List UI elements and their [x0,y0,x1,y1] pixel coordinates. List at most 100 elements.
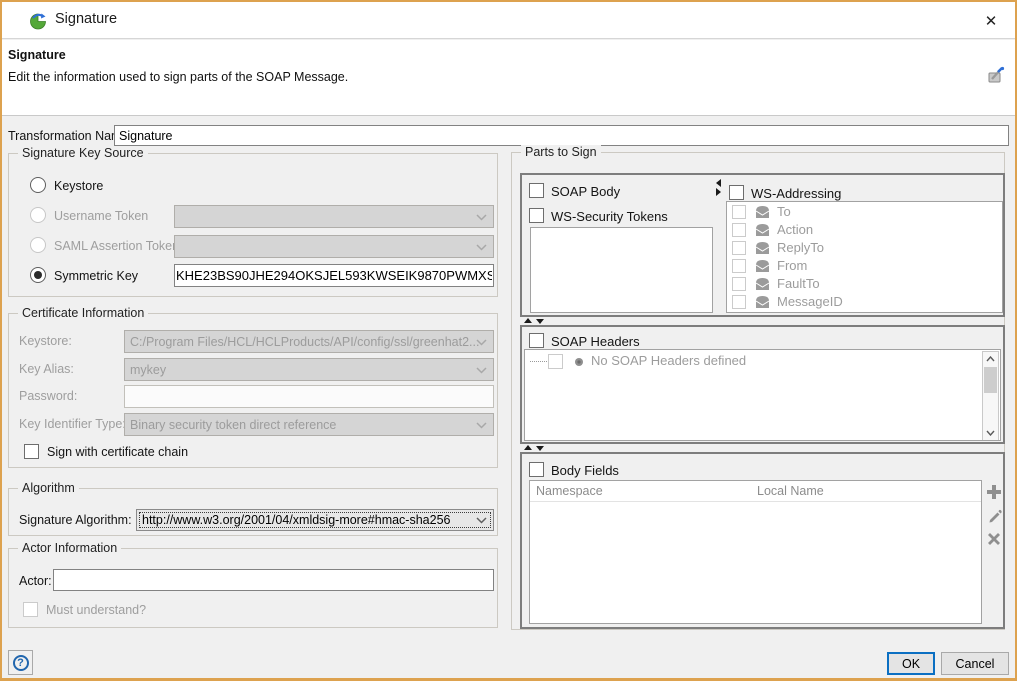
group-title: Actor Information [18,541,121,555]
envelope-icon [755,223,770,237]
ws-item-label: MessageID [777,294,843,309]
ws-item-label: To [777,204,791,219]
edit-signature-icon [987,66,1005,84]
sign-with-certificate-chain-checkbox[interactable] [24,444,39,459]
horizontal-splitter-2[interactable] [520,444,1005,452]
edit-row-icon[interactable] [987,508,1002,523]
help-button[interactable]: ? [8,650,33,675]
group-title: Algorithm [18,481,79,495]
soap-headers-label: SOAP Headers [551,334,640,349]
username-token-combo [174,205,494,228]
column-header-local-name: Local Name [757,484,824,498]
signature-algorithm-combo[interactable]: http://www.w3.org/2001/04/xmldsig-more#h… [136,509,494,531]
saml-token-radio [30,237,46,253]
ok-button[interactable]: OK [887,652,935,675]
splitter-collapse-up-icon[interactable] [524,445,532,450]
body-fields-checkbox[interactable] [529,462,544,477]
body-fields-label: Body Fields [551,463,619,478]
ok-button-label: OK [902,657,920,671]
keystore-radio-label: Keystore [54,179,103,193]
cert-keystore-combo: C:/Program Files/HCL/HCLProducts/API/con… [124,330,494,353]
envelope-icon [755,241,770,255]
symmetric-key-input[interactable] [174,264,494,287]
scroll-down-icon[interactable] [986,430,995,436]
ws-security-tokens-checkbox[interactable] [529,208,544,223]
symmetric-key-radio[interactable] [30,267,46,283]
body-fields-pane: Body Fields Namespace Local Name [520,452,1005,629]
scroll-up-icon[interactable] [986,356,995,362]
tree-branch-line [530,361,547,362]
cancel-button[interactable]: Cancel [941,652,1009,675]
chevron-down-icon [476,367,487,374]
username-token-radio [30,207,46,223]
password-input [124,385,494,408]
ws-item-checkbox [732,241,746,255]
ws-addressing-label: WS-Addressing [751,186,841,201]
signature-key-source-group: Signature Key Source Keystore Username T… [8,153,498,297]
actor-label: Actor: [19,574,52,588]
actor-input[interactable] [53,569,494,591]
key-identifier-type-label: Key Identifier Type: [19,417,126,431]
key-alias-label: Key Alias: [19,362,74,376]
ws-item-checkbox [732,295,746,309]
soap-body-label: SOAP Body [551,184,620,199]
ws-item-checkbox [732,259,746,273]
parts-top-pane: SOAP Body WS-Security Tokens WS-Addressi… [520,173,1005,317]
cancel-button-label: Cancel [956,657,995,671]
ws-item-checkbox [732,277,746,291]
saml-token-combo [174,235,494,258]
body-fields-table[interactable]: Namespace Local Name [529,480,982,624]
keystore-radio[interactable] [30,177,46,193]
must-understand-checkbox [23,602,38,617]
column-header-namespace: Namespace [536,484,603,498]
splitter-collapse-left-icon[interactable] [716,179,721,187]
chevron-down-icon [476,422,487,429]
soap-headers-checkbox[interactable] [529,333,544,348]
key-identifier-type-combo: Binary security token direct reference [124,413,494,436]
soap-body-checkbox[interactable] [529,183,544,198]
chevron-down-icon [476,214,487,221]
horizontal-splitter-1[interactable] [520,317,1005,325]
certificate-information-group: Certificate Information Keystore: C:/Pro… [8,313,498,468]
splitter-collapse-up-icon[interactable] [524,318,532,323]
ws-addressing-list[interactable]: To Action ReplyTo From FaultTo MessageID [726,201,1003,313]
vertical-scrollbar[interactable] [982,351,999,441]
vertical-splitter[interactable] [715,175,722,315]
window-title: Signature [55,11,117,27]
chevron-down-icon [476,244,487,251]
scrollbar-thumb[interactable] [984,367,997,393]
actor-information-group: Actor Information Actor: Must understand… [8,548,498,628]
must-understand-label: Must understand? [46,603,146,617]
symmetric-key-label: Symmetric Key [54,269,138,283]
saml-token-label: SAML Assertion Token [54,239,179,253]
envelope-icon [755,259,770,273]
ws-security-tokens-label: WS-Security Tokens [551,209,668,224]
username-token-label: Username Token [54,209,148,223]
sign-with-certificate-chain-label: Sign with certificate chain [47,445,188,459]
signature-dialog: Signature ✕ Signature Edit the informati… [0,0,1017,681]
group-title: Certificate Information [18,306,148,320]
soap-headers-tree[interactable]: No SOAP Headers defined [524,349,1001,441]
ws-item-checkbox [732,205,746,219]
delete-row-icon[interactable] [987,532,1001,546]
splitter-collapse-down-icon[interactable] [536,446,544,451]
header-title: Signature [8,48,66,62]
table-header-row: Namespace Local Name [530,481,981,502]
close-icon[interactable]: ✕ [979,9,1003,33]
add-row-icon[interactable] [986,484,1002,500]
algorithm-group: Algorithm Signature Algorithm: http://ww… [8,488,498,536]
splitter-collapse-right-icon[interactable] [716,188,721,196]
envelope-icon [755,277,770,291]
transformation-name-input[interactable] [114,125,1009,146]
soap-headers-pane: SOAP Headers No SOAP Headers defined [520,325,1005,444]
signature-algorithm-label: Signature Algorithm: [19,513,132,527]
group-title: Signature Key Source [18,146,148,160]
chevron-down-icon [476,339,487,346]
ws-addressing-checkbox[interactable] [729,185,744,200]
ws-item-checkbox [732,223,746,237]
ws-item-label: Action [777,222,813,237]
ws-security-tokens-list[interactable] [530,227,713,313]
cert-keystore-label: Keystore: [19,334,72,348]
ws-item-label: FaultTo [777,276,820,291]
splitter-collapse-down-icon[interactable] [536,319,544,324]
